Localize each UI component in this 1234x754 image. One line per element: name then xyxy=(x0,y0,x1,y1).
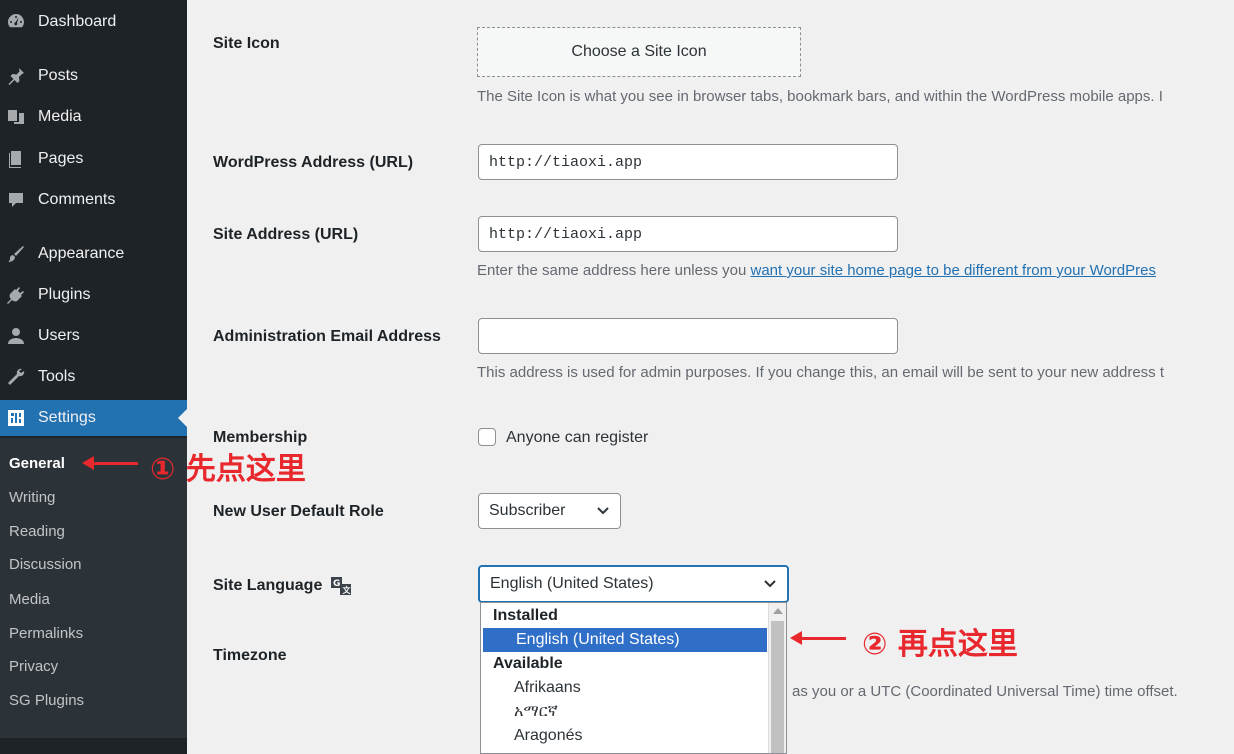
timezone-description: as you or a UTC (Coordinated Universal T… xyxy=(792,683,1178,700)
translation-icon: G文 xyxy=(330,577,351,595)
menu-users[interactable]: Users xyxy=(0,318,187,354)
menu-media[interactable]: Media xyxy=(0,99,187,135)
site-address-input[interactable]: http://tiaoxi.app xyxy=(478,216,898,252)
submenu-privacy[interactable]: Privacy xyxy=(9,658,58,675)
group-installed: Installed xyxy=(493,607,558,624)
chevron-down-icon xyxy=(764,580,776,588)
submenu-media[interactable]: Media xyxy=(9,591,50,608)
menu-dashboard[interactable]: Dashboard xyxy=(0,4,187,40)
submenu-discussion[interactable]: Discussion xyxy=(9,556,82,573)
default-role-label: New User Default Role xyxy=(213,503,384,520)
site-language-text: Site Language xyxy=(213,577,323,595)
menu-label: Plugins xyxy=(38,286,91,303)
menu-appearance[interactable]: Appearance xyxy=(0,236,187,272)
menu-label: Pages xyxy=(38,150,84,167)
menu-pages[interactable]: Pages xyxy=(0,141,187,177)
submenu-writing[interactable]: Writing xyxy=(9,489,55,506)
comment-icon xyxy=(5,189,27,211)
svg-text:文: 文 xyxy=(342,585,351,595)
scroll-up-arrow-icon[interactable] xyxy=(773,608,783,614)
menu-label: Users xyxy=(38,327,80,344)
option-afrikaans[interactable]: Afrikaans xyxy=(481,676,768,700)
option-amharic[interactable]: አማርኛ xyxy=(481,700,768,724)
submenu-permalinks[interactable]: Permalinks xyxy=(9,625,83,642)
menu-label: Appearance xyxy=(38,245,125,262)
language-dropdown-list[interactable]: Installed English (United States) Availa… xyxy=(480,602,787,754)
choose-site-icon-button[interactable]: Choose a Site Icon xyxy=(477,27,801,77)
admin-email-label: Administration Email Address xyxy=(213,328,441,345)
chevron-down-icon xyxy=(597,507,609,515)
annotation-arrow-1 xyxy=(82,456,138,470)
site-icon-description: The Site Icon is what you see in browser… xyxy=(477,88,1163,105)
default-role-select[interactable]: Subscriber xyxy=(478,493,621,529)
dropdown-scrollbar[interactable] xyxy=(768,603,786,753)
submenu-reading[interactable]: Reading xyxy=(9,523,65,540)
admin-email-input[interactable] xyxy=(478,318,898,354)
user-icon xyxy=(5,325,27,347)
site-address-description: Enter the same address here unless you w… xyxy=(477,262,1156,279)
menu-label: Tools xyxy=(38,368,76,385)
anyone-can-register-label[interactable]: Anyone can register xyxy=(506,429,648,447)
wp-address-label: WordPress Address (URL) xyxy=(213,154,414,171)
active-pointer xyxy=(178,409,187,427)
settings-icon xyxy=(5,407,27,429)
annotation-step-1: ① 先点这里 xyxy=(150,452,306,487)
site-language-select[interactable]: English (United States) xyxy=(478,565,789,603)
desc-text: Enter the same address here unless you xyxy=(477,262,751,279)
group-available: Available xyxy=(493,655,563,672)
admin-email-description: This address is used for admin purposes.… xyxy=(477,364,1165,381)
default-role-value: Subscriber xyxy=(489,502,566,519)
pages-icon xyxy=(5,148,27,170)
menu-label: Comments xyxy=(38,191,116,208)
home-page-link[interactable]: want your site home page to be different… xyxy=(751,262,1156,279)
submenu-sg-plugins[interactable]: SG Plugins xyxy=(9,692,84,709)
plug-icon xyxy=(5,284,27,306)
site-language-label: Site Language G文 xyxy=(213,576,352,596)
menu-tools[interactable]: Tools xyxy=(0,359,187,395)
annotation-step-2: ② 再点这里 xyxy=(862,627,1018,662)
site-icon-label: Site Icon xyxy=(213,35,280,52)
menu-comments[interactable]: Comments xyxy=(0,182,187,218)
site-address-label: Site Address (URL) xyxy=(213,226,359,243)
submenu-general[interactable]: General xyxy=(9,455,65,472)
scroll-thumb[interactable] xyxy=(771,621,784,753)
option-english-us[interactable]: English (United States) xyxy=(483,628,767,652)
sidebar-footer xyxy=(0,738,187,754)
anyone-can-register-checkbox[interactable] xyxy=(478,428,496,446)
menu-label: Media xyxy=(38,108,82,125)
menu-label: Dashboard xyxy=(38,13,117,30)
arrowhead-icon xyxy=(790,631,802,645)
wp-address-input[interactable]: http://tiaoxi.app xyxy=(478,144,898,180)
option-aragonese[interactable]: Aragonés xyxy=(481,724,768,748)
menu-label: Settings xyxy=(38,409,96,426)
paintbrush-icon xyxy=(5,243,27,265)
menu-settings[interactable]: Settings xyxy=(0,400,187,436)
timezone-label: Timezone xyxy=(213,647,287,664)
annotation-arrow-2 xyxy=(790,631,846,645)
pin-icon xyxy=(5,65,27,87)
wrench-icon xyxy=(5,366,27,388)
admin-sidebar: Dashboard Posts Media Pages Comments App… xyxy=(0,0,187,754)
site-language-value: English (United States) xyxy=(490,575,654,592)
media-icon xyxy=(5,106,27,128)
svg-text:G: G xyxy=(333,579,340,589)
arrowhead-icon xyxy=(82,456,94,470)
menu-posts[interactable]: Posts xyxy=(0,58,187,94)
menu-plugins[interactable]: Plugins xyxy=(0,277,187,313)
menu-label: Posts xyxy=(38,67,79,84)
dashboard-icon xyxy=(5,11,27,33)
